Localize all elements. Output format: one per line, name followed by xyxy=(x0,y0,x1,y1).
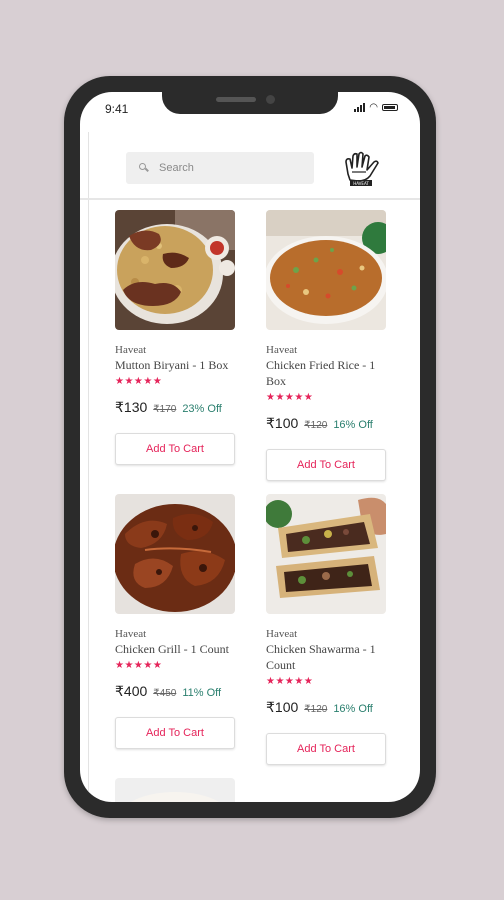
product-mrp: ₹120 xyxy=(304,704,328,715)
product-image-chicken-shawarma[interactable] xyxy=(266,494,386,614)
product-card[interactable]: Haveat Chicken Grill - 1 Count ★★★★★ ₹40… xyxy=(115,494,237,749)
product-image-chicken-grill[interactable] xyxy=(115,494,235,614)
product-mrp: ₹450 xyxy=(153,688,177,699)
product-mrp: ₹120 xyxy=(304,420,328,431)
wifi-icon: ◠ xyxy=(369,102,378,113)
product-price: ₹400 xyxy=(115,683,148,699)
brand-logo[interactable]: HAVEAT xyxy=(338,148,384,188)
product-name[interactable]: Chicken Fried Rice - 1 Box xyxy=(266,357,388,389)
product-brand: Haveat xyxy=(266,344,298,356)
content-divider xyxy=(88,132,89,802)
battery-icon xyxy=(382,104,398,111)
star-rating-icon: ★★★★★ xyxy=(115,376,163,387)
product-name[interactable]: Mutton Biryani - 1 Box xyxy=(115,357,237,373)
price-row: ₹130 ₹170 23% Off xyxy=(115,399,237,416)
add-to-cart-button[interactable]: Add To Cart xyxy=(266,449,386,481)
product-brand: Haveat xyxy=(115,628,147,640)
product-discount: 16% Off xyxy=(333,703,373,715)
product-card[interactable]: Haveat Chicken Fried Rice - 1 Box ★★★★★ … xyxy=(266,210,388,481)
product-price: ₹130 xyxy=(115,399,148,415)
product-discount: 23% Off xyxy=(182,403,222,415)
star-rating-icon: ★★★★★ xyxy=(115,660,163,671)
product-discount: 11% Off xyxy=(182,687,222,699)
phone-frame: 9:41 ◠ HAVEAT xyxy=(64,76,436,818)
product-card-partial[interactable] xyxy=(115,778,237,802)
price-row: ₹100 ₹120 16% Off xyxy=(266,699,388,716)
price-row: ₹400 ₹450 11% Off xyxy=(115,683,237,700)
product-name[interactable]: Chicken Shawarma - 1 Count xyxy=(266,641,388,673)
product-price: ₹100 xyxy=(266,415,299,431)
svg-text:HAVEAT: HAVEAT xyxy=(353,181,369,186)
search-icon xyxy=(139,163,149,173)
product-mrp: ₹170 xyxy=(153,404,177,415)
product-image-chicken-fried-rice[interactable] xyxy=(266,210,386,330)
product-price: ₹100 xyxy=(266,699,299,715)
product-image-partial[interactable] xyxy=(115,778,235,802)
product-brand: Haveat xyxy=(266,628,298,640)
search-bar[interactable] xyxy=(126,152,314,184)
phone-notch xyxy=(162,92,338,114)
add-to-cart-button[interactable]: Add To Cart xyxy=(266,733,386,765)
product-card[interactable]: Haveat Chicken Shawarma - 1 Count ★★★★★ … xyxy=(266,494,388,765)
star-rating-icon: ★★★★★ xyxy=(266,392,314,403)
app-header: HAVEAT xyxy=(80,132,420,200)
front-camera xyxy=(266,95,275,104)
search-input[interactable] xyxy=(159,162,309,174)
product-image-mutton-biryani[interactable] xyxy=(115,210,235,330)
price-row: ₹100 ₹120 16% Off xyxy=(266,415,388,432)
speaker-grille xyxy=(216,97,256,102)
product-discount: 16% Off xyxy=(333,419,373,431)
add-to-cart-button[interactable]: Add To Cart xyxy=(115,717,235,749)
add-to-cart-button[interactable]: Add To Cart xyxy=(115,433,235,465)
product-card[interactable]: Haveat Mutton Biryani - 1 Box ★★★★★ ₹130… xyxy=(115,210,237,465)
product-name[interactable]: Chicken Grill - 1 Count xyxy=(115,641,237,657)
product-brand: Haveat xyxy=(115,344,147,356)
signal-icon xyxy=(354,103,366,112)
star-rating-icon: ★★★★★ xyxy=(266,676,314,687)
app-screen: 9:41 ◠ HAVEAT xyxy=(80,92,420,802)
status-icons: ◠ xyxy=(354,102,398,113)
status-time: 9:41 xyxy=(105,102,129,116)
